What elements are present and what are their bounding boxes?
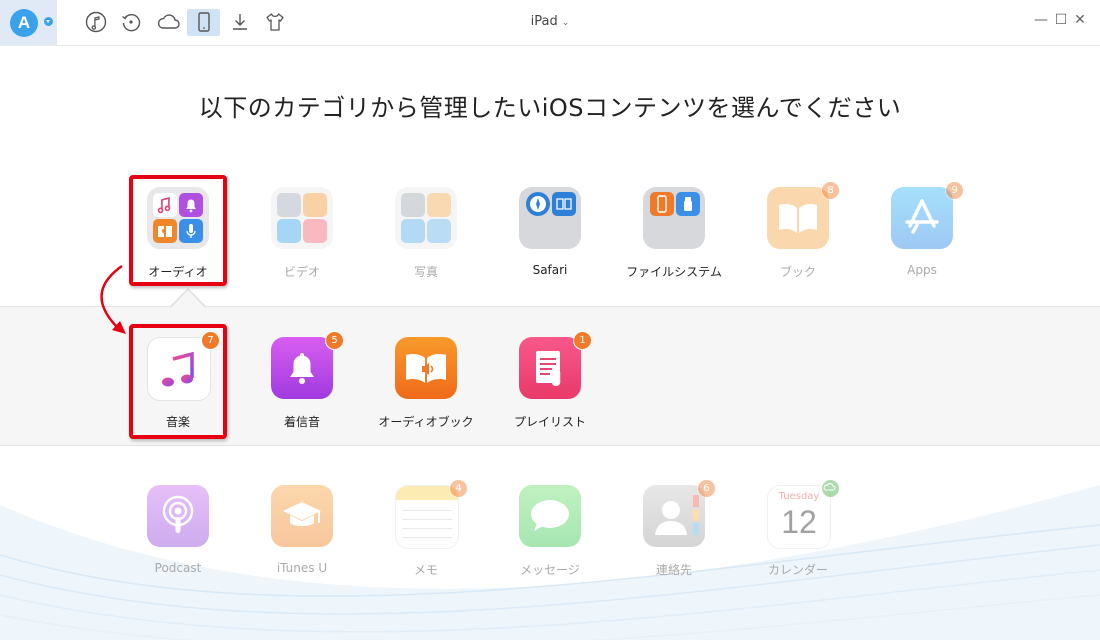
category-label: メッセージ — [520, 563, 580, 577]
playlist-icon — [519, 337, 581, 399]
category-messages[interactable]: メッセージ — [490, 485, 610, 595]
category-apps[interactable]: 9 Apps — [862, 181, 982, 297]
category-label: ブック — [779, 265, 816, 279]
count-badge: 6 — [697, 479, 716, 498]
subcategory-audiobooks[interactable]: オーディオブック — [366, 337, 486, 447]
contact-person-icon — [643, 485, 705, 547]
category-label: Podcast — [154, 561, 202, 575]
device-name: iPad — [530, 14, 558, 29]
video-folder-icon — [271, 187, 333, 249]
category-label: iTunes U — [276, 561, 328, 575]
audiobook-icon — [395, 337, 457, 399]
safari-folder-icon — [519, 187, 581, 249]
tv-icon — [277, 219, 301, 243]
count-badge: 4 — [449, 479, 468, 498]
highlight-music — [129, 324, 227, 439]
close-button[interactable]: ✕ — [1071, 12, 1089, 32]
category-calendar[interactable]: Tuesday 12 カレンダー — [738, 479, 858, 595]
film-icon — [303, 219, 327, 243]
subcategory-label: オーディオブック — [378, 415, 474, 429]
photos-folder-icon — [395, 187, 457, 249]
device-selector[interactable]: iPad ⌄ — [0, 14, 1100, 29]
category-file-system[interactable]: ファイルシステム — [614, 187, 734, 297]
graduation-cap-icon — [271, 485, 333, 547]
category-contacts[interactable]: 6 連絡先 — [614, 479, 734, 595]
page-title: 以下のカテゴリから管理したいiOSコンテンツを選んでください — [198, 94, 902, 122]
category-label: 連絡先 — [655, 563, 692, 577]
red-arrow-icon — [100, 264, 126, 334]
category-label: 写真 — [413, 265, 438, 279]
title-bar: A iPad ⌄ — ☐ ✕ — [0, 0, 1100, 46]
minimize-button[interactable]: — — [1032, 12, 1050, 32]
podcast-icon — [147, 485, 209, 547]
category-safari[interactable]: Safari — [490, 187, 610, 297]
album-icon — [401, 219, 425, 243]
app-store-icon — [891, 187, 953, 249]
camera-icon — [303, 193, 327, 217]
category-books[interactable]: 8 ブック — [738, 181, 858, 297]
subcategory-label: 着信音 — [283, 415, 320, 429]
category-label: Safari — [532, 263, 568, 277]
books-icon — [767, 187, 829, 249]
category-notes[interactable]: 4 メモ — [366, 479, 486, 595]
chevron-down-icon: ⌄ — [561, 18, 570, 28]
category-label: ファイルシステム — [626, 265, 722, 279]
category-label: ビデオ — [283, 265, 320, 279]
subcategory-playlists[interactable]: 1 プレイリスト — [490, 331, 610, 447]
count-badge: 8 — [821, 181, 840, 200]
clapper-icon — [277, 193, 301, 217]
compass-icon — [526, 192, 550, 216]
panorama-icon — [427, 219, 451, 243]
category-label: メモ — [413, 563, 438, 577]
category-video[interactable]: ビデオ — [242, 187, 362, 297]
message-bubble-icon — [519, 485, 581, 547]
phone-icon — [650, 192, 674, 216]
notes-icon — [395, 485, 459, 549]
count-badge: 1 — [573, 331, 592, 350]
subcategory-label: プレイリスト — [513, 415, 586, 429]
subcategory-ringtones[interactable]: 5 着信音 — [242, 331, 362, 447]
filesystem-folder-icon — [643, 187, 705, 249]
bell-icon — [271, 337, 333, 399]
image-icon — [427, 193, 451, 217]
highlight-audio — [129, 175, 227, 286]
count-badge: 5 — [325, 331, 344, 350]
category-photos[interactable]: 写真 — [366, 187, 486, 297]
bookmark-book-icon — [552, 192, 576, 216]
category-podcast[interactable]: Podcast — [118, 485, 238, 595]
usb-icon — [676, 192, 700, 216]
cloud-badge-icon — [821, 479, 840, 498]
category-label: カレンダー — [767, 563, 828, 577]
calendar-day: 12 — [781, 504, 817, 540]
category-itunes-u[interactable]: iTunes U — [242, 485, 362, 595]
category-label: Apps — [907, 263, 937, 277]
count-badge: 9 — [945, 181, 964, 200]
maximize-button[interactable]: ☐ — [1052, 12, 1070, 32]
camera-icon — [401, 193, 425, 217]
